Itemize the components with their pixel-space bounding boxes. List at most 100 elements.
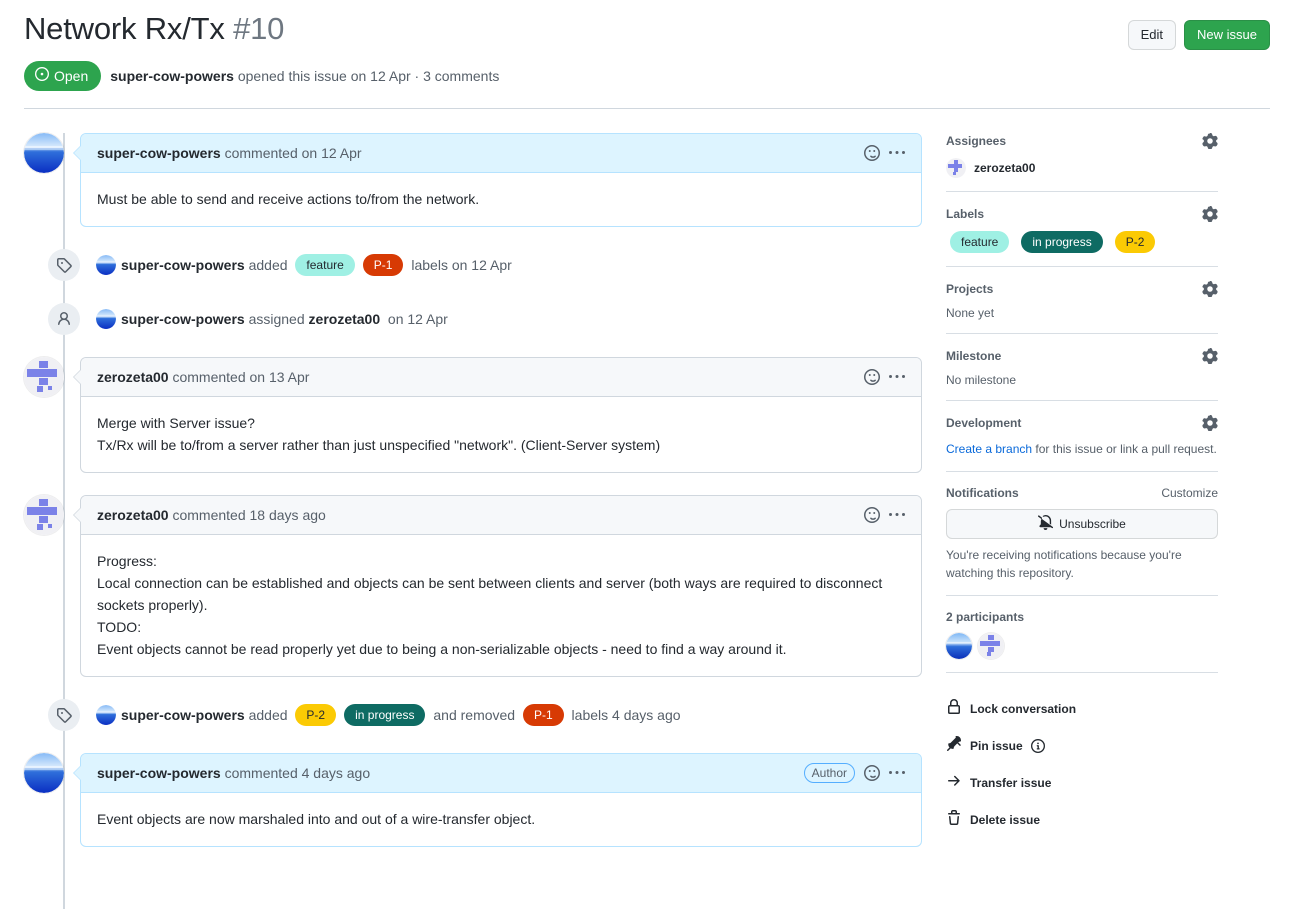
event-verb: assigned: [244, 311, 309, 327]
comment: super-cow-powers commented 4 days ago Aut…: [24, 753, 922, 847]
info-icon[interactable]: [1030, 738, 1045, 753]
gear-icon[interactable]: [1202, 133, 1218, 149]
issue-body: super-cow-powers commented on 12 Apr Must…: [0, 109, 1294, 909]
comment-header-actions: [864, 369, 905, 385]
event-verb: added: [244, 707, 292, 723]
comment-header: super-cow-powers commented on 12 Apr: [81, 134, 921, 173]
action-transfer-issue[interactable]: Transfer issue: [946, 764, 1218, 801]
kebab-icon[interactable]: [889, 507, 905, 523]
action-pin-issue[interactable]: Pin issue: [946, 727, 1218, 764]
edit-button[interactable]: Edit: [1127, 20, 1177, 50]
issue-author[interactable]: super-cow-powers: [110, 68, 234, 84]
customize-link[interactable]: Customize: [1161, 486, 1218, 500]
gear-icon[interactable]: [1202, 415, 1218, 431]
comment-header: zerozeta00 commented on 13 Apr: [81, 358, 921, 397]
comment-author[interactable]: super-cow-powers: [97, 765, 221, 781]
comment-header: zerozeta00 commented 18 days ago: [81, 496, 921, 535]
comment-line: Progress:: [97, 553, 157, 569]
smiley-icon[interactable]: [864, 765, 880, 781]
comment-timestamp: commented 18 days ago: [172, 507, 326, 523]
avatar[interactable]: [978, 633, 1004, 659]
new-issue-button[interactable]: New issue: [1184, 20, 1270, 50]
comment-timestamp: commented on 12 Apr: [224, 145, 362, 161]
issue-sidebar: Assignees zerozeta00 Labels feature in p…: [922, 109, 1218, 869]
comment-header-actions: [864, 145, 905, 161]
unsubscribe-label: Unsubscribe: [1059, 517, 1126, 531]
comment-author[interactable]: zerozeta00: [97, 507, 169, 523]
development-title: Development: [946, 416, 1022, 430]
gear-icon[interactable]: [1202, 281, 1218, 297]
action-delete-issue[interactable]: Delete issue: [946, 801, 1218, 838]
comment-header-actions: [864, 507, 905, 523]
comment-timestamp: commented on 13 Apr: [172, 369, 310, 385]
page-title: Network Rx/Tx #10: [24, 10, 284, 49]
label-chip[interactable]: feature: [950, 231, 1010, 253]
avatar[interactable]: [24, 753, 64, 793]
comment-body: Progress: Local connection can be establi…: [81, 535, 921, 676]
label-chip[interactable]: in progress: [344, 704, 426, 726]
label-chip[interactable]: P-1: [522, 704, 564, 726]
smiley-icon[interactable]: [864, 507, 880, 523]
notifications-description: You're receiving notifications because y…: [946, 548, 1182, 580]
sidebar-section-assignees: Assignees zerozeta00: [946, 133, 1218, 192]
label-chip[interactable]: in progress: [1021, 231, 1103, 253]
create-branch-link[interactable]: Create a branch: [946, 442, 1032, 456]
avatar[interactable]: [96, 309, 116, 329]
projects-empty: None yet: [946, 306, 995, 320]
avatar[interactable]: [24, 495, 64, 535]
gear-icon[interactable]: [1202, 206, 1218, 222]
timeline-event: super-cow-powers added feature P-1 labels…: [24, 249, 922, 281]
comment-line: TODO:: [97, 619, 142, 635]
issue-title-text: Network Rx/Tx: [24, 11, 225, 46]
label-chip[interactable]: P-2: [295, 704, 337, 726]
assignees-title: Assignees: [946, 134, 1007, 148]
header-actions: Edit New issue: [1127, 10, 1270, 50]
sidebar-section-labels: Labels feature in progress P-2: [946, 206, 1218, 267]
issue-byline: super-cow-powers opened this issue on 12…: [110, 68, 499, 84]
bell-slash-icon: [1038, 515, 1054, 533]
notifications-title: Notifications: [946, 486, 1019, 500]
comment-byline: zerozeta00 commented on 13 Apr: [97, 369, 309, 385]
comment-box: super-cow-powers commented on 12 Apr Must…: [73, 133, 922, 227]
unsubscribe-button[interactable]: Unsubscribe: [946, 509, 1218, 539]
status-badge-label: Open: [54, 68, 89, 84]
milestone-empty: No milestone: [946, 373, 1017, 387]
label-chip[interactable]: feature: [295, 254, 355, 276]
event-actor[interactable]: super-cow-powers: [121, 309, 245, 329]
kebab-icon[interactable]: [889, 765, 905, 781]
comment-box: zerozeta00 commented 18 days ago Progress…: [73, 495, 922, 677]
comment-author[interactable]: super-cow-powers: [97, 145, 221, 161]
avatar[interactable]: [24, 133, 64, 173]
event-actor[interactable]: super-cow-powers: [121, 705, 245, 725]
avatar[interactable]: [96, 705, 116, 725]
event-verb: added: [244, 257, 292, 273]
smiley-icon[interactable]: [864, 145, 880, 161]
avatar[interactable]: [946, 633, 972, 659]
event-target[interactable]: zerozeta00: [309, 309, 381, 329]
milestone-title: Milestone: [946, 349, 1002, 363]
action-label: Lock conversation: [970, 701, 1077, 716]
assignee-name: zerozeta00: [974, 161, 1036, 175]
event-tail: labels 4 days ago: [567, 707, 681, 723]
avatar[interactable]: [96, 255, 116, 275]
pin-icon: [946, 736, 962, 755]
meta-separator: ·: [414, 68, 420, 84]
gear-icon[interactable]: [1202, 348, 1218, 364]
timeline: super-cow-powers commented on 12 Apr Must…: [24, 109, 922, 909]
assignee-item[interactable]: zerozeta00: [946, 158, 1218, 178]
event-text: super-cow-powers assigned zerozeta00 on …: [96, 309, 448, 329]
comment: zerozeta00 commented on 13 Apr Merge with…: [24, 357, 922, 473]
event-actor[interactable]: super-cow-powers: [121, 255, 245, 275]
label-chip[interactable]: P-2: [1114, 231, 1156, 253]
timeline-event: super-cow-powers added P-2 in progress an…: [24, 699, 922, 731]
comment-line: Local connection can be established and …: [97, 575, 883, 613]
action-lock-conversation[interactable]: Lock conversation: [946, 690, 1218, 727]
kebab-icon[interactable]: [889, 369, 905, 385]
event-tail: on 12 Apr: [384, 311, 448, 327]
smiley-icon[interactable]: [864, 369, 880, 385]
comment-author[interactable]: zerozeta00: [97, 369, 169, 385]
avatar[interactable]: [24, 357, 64, 397]
label-chip[interactable]: P-1: [362, 254, 404, 276]
kebab-icon[interactable]: [889, 145, 905, 161]
event-tail: labels on 12 Apr: [407, 257, 512, 273]
